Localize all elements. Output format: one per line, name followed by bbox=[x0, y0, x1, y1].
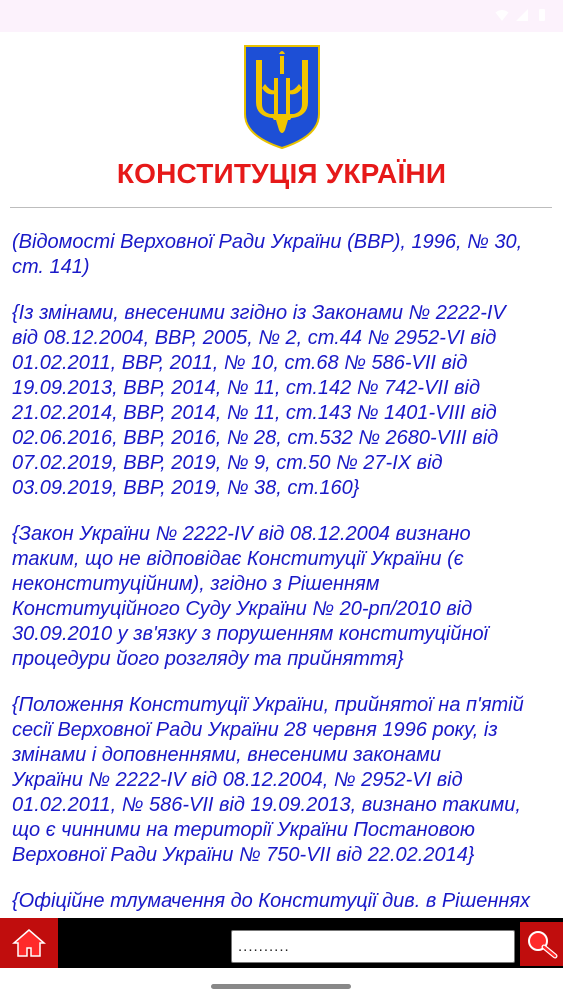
text-line: Конституційного Суду України № 20-рп/201… bbox=[12, 598, 473, 620]
bottom-toolbar bbox=[0, 918, 563, 968]
wifi-icon bbox=[495, 10, 509, 21]
paragraph-amendments: {Із змінами, внесеними згідно із Законам… bbox=[12, 301, 552, 501]
page-title: КОНСТИТУЦІЯ УКРАЇНИ bbox=[116, 158, 447, 189]
text-line: 21.02.2014, ВВР, 2014, № 11, ст.143 № 14… bbox=[12, 402, 497, 424]
text-line: що є чинними на території України Постан… bbox=[12, 819, 475, 841]
status-icons bbox=[495, 8, 549, 22]
text-line: {Офіційне тлумачення до Конституції див.… bbox=[12, 890, 531, 912]
system-nav-bar bbox=[0, 968, 563, 1000]
text-line: сесії Верховної Ради України 28 червня 1… bbox=[12, 719, 498, 741]
paragraph-provisions-note: {Положення Конституції України, прийнято… bbox=[12, 693, 552, 868]
text-line: України № 2222-IV від 08.12.2004, № 2952… bbox=[12, 769, 463, 791]
magnifier-icon bbox=[527, 931, 557, 959]
text-line: Верховної Ради України № 750-VII від 22.… bbox=[12, 844, 475, 866]
paragraph-publication: (Відомості Верховної Ради України (ВВР),… bbox=[12, 230, 552, 280]
paragraph-interpretation: {Офіційне тлумачення до Конституції див.… bbox=[12, 889, 552, 914]
gesture-handle[interactable] bbox=[211, 984, 351, 989]
text-line: 30.09.2010 у зв'язку з порушенням консти… bbox=[12, 623, 489, 645]
title-divider bbox=[10, 207, 552, 208]
text-line: ст. 141) bbox=[12, 256, 90, 278]
text-line: змінами і доповненнями, внесеними закона… bbox=[12, 744, 441, 766]
text-line: {Закон України № 2222-IV від 08.12.2004 … bbox=[12, 523, 471, 545]
text-line: 07.02.2019, ВВР, 2019, № 9, ст.50 № 27-I… bbox=[12, 452, 443, 474]
document-content[interactable]: (Відомості Верховної Ради України (ВВР),… bbox=[12, 230, 552, 918]
text-line: таким, що не відповідає Конституції Укра… bbox=[12, 548, 464, 570]
text-line: (Відомості Верховної Ради України (ВВР),… bbox=[12, 231, 523, 253]
text-line: 01.02.2011, № 586-VII від 19.09.2013, ви… bbox=[12, 794, 521, 816]
text-line: {Із змінами, внесеними згідно із Законам… bbox=[12, 302, 506, 324]
text-line: 19.09.2013, ВВР, 2014, № 11, ст.142 № 74… bbox=[12, 377, 481, 399]
status-bar bbox=[0, 0, 563, 32]
search-button[interactable] bbox=[520, 922, 563, 966]
home-icon bbox=[12, 929, 46, 957]
text-line: неконституційним), згідно з Рішенням bbox=[12, 573, 380, 595]
text-line: 02.06.2016, ВВР, 2016, № 28, ст.532 № 26… bbox=[12, 427, 499, 449]
search-input[interactable] bbox=[231, 930, 515, 963]
text-line: 01.02.2011, ВВР, 2011, № 10, ст.68 № 586… bbox=[12, 352, 468, 374]
text-line: {Положення Конституції України, прийнято… bbox=[12, 694, 524, 716]
text-line: від 08.12.2004, ВВР, 2005, № 2, ст.44 № … bbox=[12, 327, 497, 349]
paragraph-unconstitutional-note: {Закон України № 2222-IV від 08.12.2004 … bbox=[12, 522, 552, 672]
text-line: 03.09.2019, ВВР, 2019, № 38, ст.160} bbox=[12, 477, 360, 499]
signal-icon bbox=[516, 9, 528, 21]
battery-icon bbox=[539, 9, 545, 21]
coat-of-arms-trident-icon bbox=[244, 45, 320, 150]
text-line: процедури його розгляду та прийняття} bbox=[12, 648, 404, 670]
home-button[interactable] bbox=[0, 918, 58, 968]
